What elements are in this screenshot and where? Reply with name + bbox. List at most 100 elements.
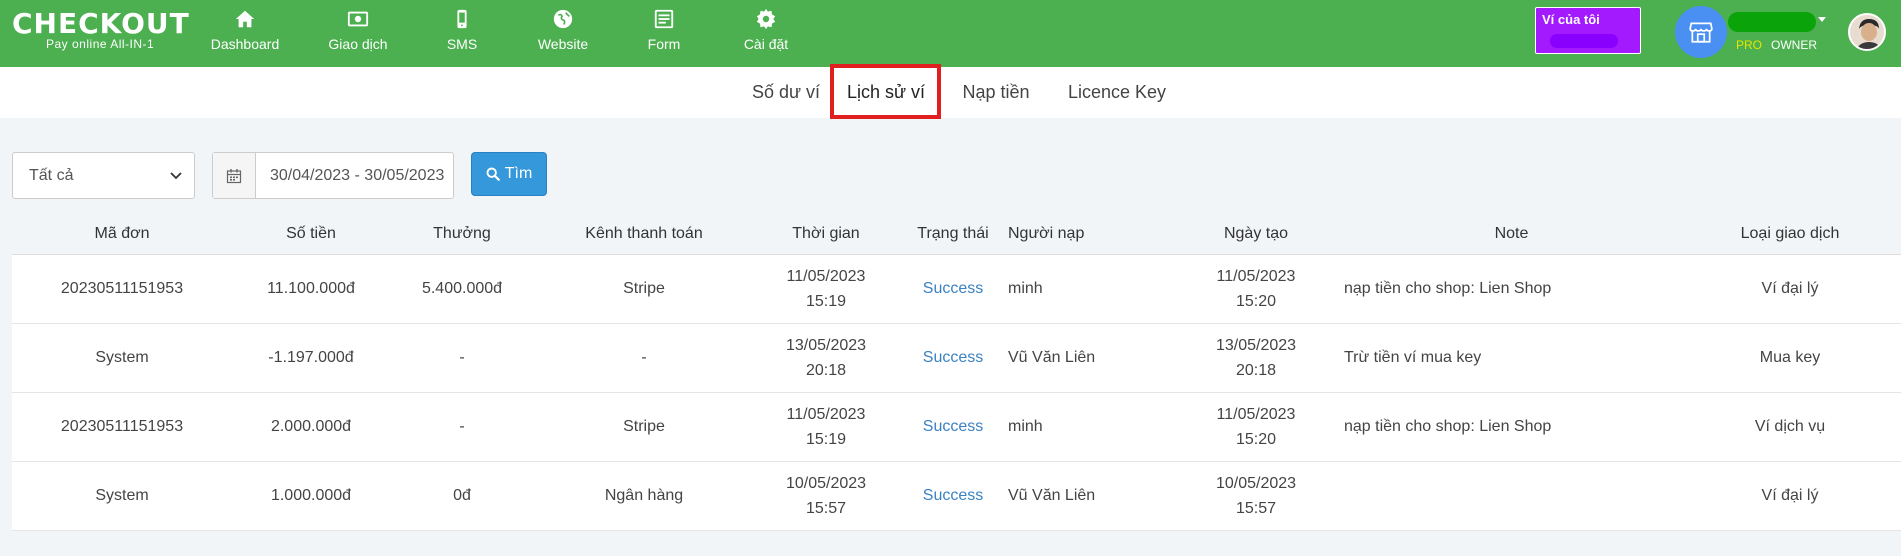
cell-note: nạp tiền cho shop: Lien Shop (1344, 392, 1679, 462)
cell-amount: 1.000.000đ (232, 461, 390, 531)
wallet-subtabs: Số dư ví Lịch sử ví Nạp tiền Licence Key (0, 67, 1901, 118)
brand-tagline: Pay online All-IN-1 (46, 37, 155, 51)
wallet-history-table: Mã đơn Số tiền Thưởng Kênh thanh toán Th… (12, 214, 1901, 531)
cell-type: Ví dịch vụ (1679, 392, 1901, 462)
table-row[interactable]: System -1.197.000đ - - 13/05/2023 20:18 S… (12, 323, 1901, 393)
cell-channel: Ngân hàng (534, 461, 754, 531)
form-icon (654, 9, 674, 29)
time-date: 13/05/2023 (785, 336, 867, 354)
transaction-type-select[interactable]: Tất cả (12, 152, 195, 199)
cell-code: System (12, 461, 232, 531)
nav-form[interactable]: Form (645, 6, 683, 62)
cell-bonus: - (390, 323, 534, 393)
table-header-row: Mã đơn Số tiền Thưởng Kênh thanh toán Th… (12, 214, 1901, 255)
created-date: 11/05/2023 (1216, 405, 1296, 423)
created-date: 13/05/2023 (1215, 336, 1297, 354)
store-button[interactable] (1675, 6, 1727, 58)
time-clock: 15:19 (805, 292, 847, 310)
cell-type: Ví đại lý (1679, 461, 1901, 531)
nav-website[interactable]: Website (528, 6, 598, 62)
cell-payer: Vũ Văn Liên (1008, 461, 1168, 531)
username-redacted[interactable] (1728, 12, 1816, 32)
phone-icon (457, 9, 467, 29)
cell-code: System (12, 323, 232, 393)
nav-label: Form (647, 36, 681, 52)
col-header-trang-thai: Trạng thái (898, 214, 1008, 255)
time-clock: 15:19 (805, 430, 847, 448)
tab-nap-tien[interactable]: Nạp tiền (956, 67, 1036, 118)
tab-licence-key[interactable]: Licence Key (1066, 67, 1168, 118)
cell-code: 20230511151953 (12, 392, 232, 462)
table-row[interactable]: 20230511151953 2.000.000đ - Stripe 11/05… (12, 392, 1901, 462)
cell-amount: 11.100.000đ (232, 254, 390, 324)
nav-label: Cài đặt (743, 36, 789, 52)
cell-time: 13/05/2023 20:18 (754, 323, 898, 393)
cell-created: 13/05/2023 20:18 (1168, 323, 1344, 393)
cell-note (1344, 461, 1679, 531)
home-icon (235, 10, 255, 28)
cell-time: 10/05/2023 15:57 (754, 461, 898, 531)
cell-channel: Stripe (534, 392, 754, 462)
nav-sms[interactable]: SMS (440, 6, 484, 62)
tab-lich-su-vi[interactable]: Lịch sử ví (836, 67, 936, 118)
col-header-nguoi-nap: Người nạp (1008, 214, 1168, 255)
avatar[interactable] (1848, 13, 1886, 51)
select-value: Tất cả (29, 167, 74, 184)
store-icon (1689, 22, 1713, 43)
col-header-thuong: Thưởng (390, 214, 534, 255)
search-icon (486, 167, 500, 181)
date-range-input[interactable] (256, 153, 452, 198)
col-header-ma-don: Mã đơn (12, 214, 232, 255)
created-clock: 15:20 (1235, 292, 1277, 310)
brand-name: CHECKOUT (12, 7, 190, 40)
table-row[interactable]: System 1.000.000đ 0đ Ngân hàng 10/05/202… (12, 461, 1901, 531)
chevron-down-icon (170, 172, 182, 180)
wallet-balance-redacted (1550, 34, 1618, 48)
cell-bonus: 0đ (390, 461, 534, 531)
nav-cai-dat[interactable]: Cài đặt (738, 6, 794, 62)
user-avatar-icon (1850, 15, 1884, 49)
cell-amount: 2.000.000đ (232, 392, 390, 462)
cell-payer: Vũ Văn Liên (1008, 323, 1168, 393)
time-clock: 15:57 (805, 499, 847, 517)
date-range-picker[interactable] (212, 152, 454, 199)
cell-time: 11/05/2023 15:19 (754, 254, 898, 324)
nav-label: Dashboard (210, 36, 280, 52)
my-wallet-button[interactable]: Ví của tôi (1535, 7, 1641, 54)
cell-status: Success (898, 254, 1008, 324)
created-date: 11/05/2023 (1216, 267, 1296, 285)
checkout-logo[interactable]: CHECKOUT Pay online All-IN-1 (12, 9, 189, 55)
search-button[interactable]: Tìm (471, 152, 547, 196)
nav-label: Giao dịch (328, 36, 388, 52)
cell-note: Trừ tiền ví mua key (1344, 323, 1679, 393)
cell-status: Success (898, 323, 1008, 393)
time-clock: 20:18 (805, 361, 847, 379)
created-clock: 15:57 (1235, 499, 1277, 517)
tab-so-du-vi[interactable]: Số dư ví (738, 67, 834, 118)
cell-status: Success (898, 461, 1008, 531)
table-row[interactable]: 20230511151953 11.100.000đ 5.400.000đ St… (12, 254, 1901, 324)
gear-icon (756, 8, 776, 30)
cell-created: 11/05/2023 15:20 (1168, 392, 1344, 462)
time-date: 11/05/2023 (786, 405, 866, 423)
cell-type: Mua key (1679, 323, 1901, 393)
col-header-thoi-gian: Thời gian (754, 214, 898, 255)
time-date: 10/05/2023 (785, 474, 867, 492)
nav-giao-dich[interactable]: Giao dịch (322, 6, 394, 62)
cell-bonus: - (390, 392, 534, 462)
role-pro-badge: PRO (1736, 38, 1763, 52)
nav-label: Website (537, 36, 589, 52)
cell-amount: -1.197.000đ (232, 323, 390, 393)
wallet-label: Ví của tôi (1542, 12, 1600, 27)
nav-label: SMS (446, 36, 478, 52)
cell-payer: minh (1008, 392, 1168, 462)
created-date: 10/05/2023 (1215, 474, 1297, 492)
calendar-icon[interactable] (213, 153, 256, 198)
nav-dashboard[interactable]: Dashboard (208, 6, 282, 62)
chevron-down-icon[interactable] (1818, 17, 1826, 22)
col-header-loai-giao-dich: Loại giao dịch (1679, 214, 1901, 255)
time-date: 11/05/2023 (786, 267, 866, 285)
cell-status: Success (898, 392, 1008, 462)
cell-created: 10/05/2023 15:57 (1168, 461, 1344, 531)
globe-icon (553, 9, 573, 29)
